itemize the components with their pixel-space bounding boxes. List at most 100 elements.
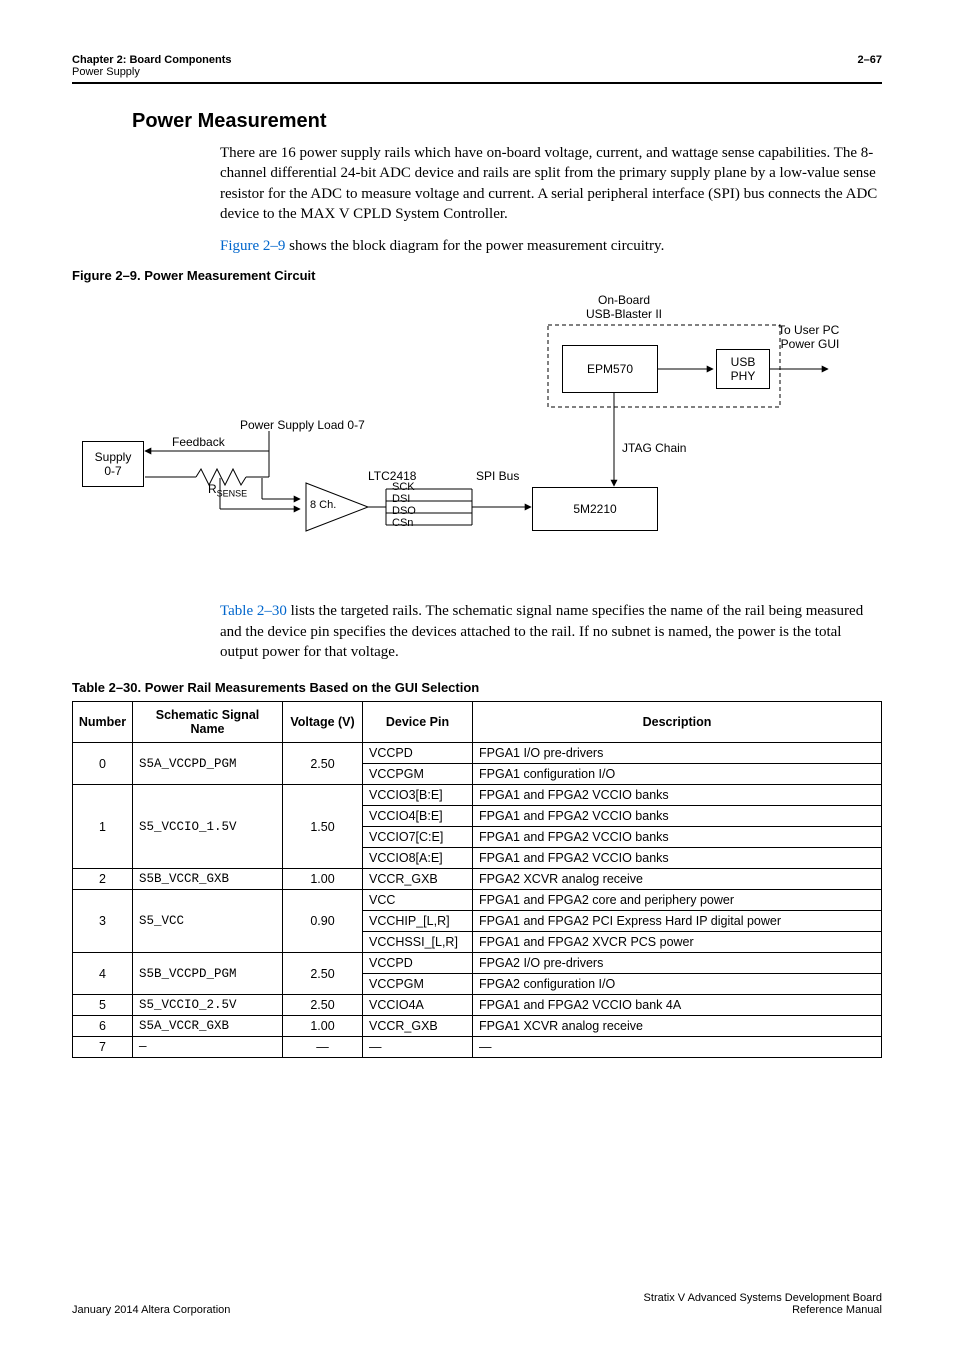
cell-number: 2 xyxy=(73,869,133,890)
cell-voltage: 2.50 xyxy=(283,953,363,995)
figure-caption: Figure 2–9. Power Measurement Circuit xyxy=(72,268,882,283)
rsense-label: RSENSE xyxy=(208,482,247,498)
cell-pin: VCCHSSI_[L,R] xyxy=(363,932,473,953)
cell-desc: FPGA1 and FPGA2 VCCIO banks xyxy=(473,785,882,806)
cell-pin: VCCPD xyxy=(363,953,473,974)
onboard-label: On-Board USB-Blaster II xyxy=(586,293,662,321)
cell-desc: FPGA1 and FPGA2 VCCIO banks xyxy=(473,806,882,827)
cell-voltage: 1.50 xyxy=(283,785,363,869)
dso-label: DSO xyxy=(392,505,416,517)
cell-number: 7 xyxy=(73,1037,133,1058)
table-row: 0S5A_VCCPD_PGM2.50VCCPDFPGA1 I/O pre-dri… xyxy=(73,743,882,764)
col-desc: Description xyxy=(473,702,882,743)
cell-number: 4 xyxy=(73,953,133,995)
cell-pin: VCCHIP_[L,R] xyxy=(363,911,473,932)
footer-right-2: Reference Manual xyxy=(792,1304,882,1316)
cell-desc: FPGA2 configuration I/O xyxy=(473,974,882,995)
table-row: 1S5_VCCIO_1.5V1.50VCCIO3[B:E]FPGA1 and F… xyxy=(73,785,882,806)
cell-voltage: 1.00 xyxy=(283,1016,363,1037)
col-voltage: Voltage (V) xyxy=(283,702,363,743)
page-footer: January 2014 Altera Corporation Stratix … xyxy=(72,1292,882,1316)
cell-desc: FPGA1 and FPGA2 VCCIO banks xyxy=(473,827,882,848)
cell-desc: FPGA2 I/O pre-drivers xyxy=(473,953,882,974)
ch8-label: 8 Ch. xyxy=(310,499,336,511)
cell-voltage: 0.90 xyxy=(283,890,363,953)
intro-paragraph: There are 16 power supply rails which ha… xyxy=(220,143,882,224)
cell-desc: — xyxy=(473,1037,882,1058)
table-row: 2S5B_VCCR_GXB1.00VCCR_GXBFPGA2 XCVR anal… xyxy=(73,869,882,890)
cell-pin: VCCR_GXB xyxy=(363,869,473,890)
footer-right-1: Stratix V Advanced Systems Development B… xyxy=(644,1292,882,1304)
cell-signal: S5_VCC xyxy=(133,890,283,953)
cell-pin: VCCIO3[B:E] xyxy=(363,785,473,806)
cell-voltage: 2.50 xyxy=(283,995,363,1016)
dsi-label: DSI xyxy=(392,493,410,505)
cell-number: 5 xyxy=(73,995,133,1016)
cell-number: 0 xyxy=(73,743,133,785)
cell-signal: S5A_VCCPD_PGM xyxy=(133,743,283,785)
cell-number: 6 xyxy=(73,1016,133,1037)
cell-desc: FPGA1 and FPGA2 PCI Express Hard IP digi… xyxy=(473,911,882,932)
cell-desc: FPGA1 configuration I/O xyxy=(473,764,882,785)
cell-desc: FPGA1 and FPGA2 core and periphery power xyxy=(473,890,882,911)
table-ref-tail: lists the targeted rails. The schematic … xyxy=(220,603,863,660)
jtag-label: JTAG Chain xyxy=(622,441,686,455)
feedback-label: Feedback xyxy=(172,435,225,449)
m2210-box: 5M2210 xyxy=(532,487,658,531)
sck-label: SCK xyxy=(392,481,415,493)
usb-phy-box: USB PHY xyxy=(716,349,770,389)
cell-voltage: 2.50 xyxy=(283,743,363,785)
footer-left: January 2014 Altera Corporation xyxy=(72,1304,230,1316)
cell-desc: FPGA1 and FPGA2 VCCIO bank 4A xyxy=(473,995,882,1016)
cell-number: 1 xyxy=(73,785,133,869)
cell-pin: VCCPGM xyxy=(363,764,473,785)
page-number: 2–67 xyxy=(858,54,882,66)
table-row: 5S5_VCCIO_2.5V2.50VCCIO4AFPGA1 and FPGA2… xyxy=(73,995,882,1016)
section-title: Power Measurement xyxy=(132,110,882,133)
touser-label: To User PC Power GUI xyxy=(778,323,839,351)
cell-signal: S5_VCCIO_1.5V xyxy=(133,785,283,869)
table-row: 7———— xyxy=(73,1037,882,1058)
spi-label: SPI Bus xyxy=(476,469,519,483)
figure-ref-tail: shows the block diagram for the power me… xyxy=(285,238,664,254)
cell-signal: — xyxy=(133,1037,283,1058)
cell-signal: S5_VCCIO_2.5V xyxy=(133,995,283,1016)
cell-desc: FPGA1 and FPGA2 VCCIO banks xyxy=(473,848,882,869)
cell-signal: S5B_VCCR_GXB xyxy=(133,869,283,890)
table-caption: Table 2–30. Power Rail Measurements Base… xyxy=(72,680,882,695)
cell-pin: VCCIO4[B:E] xyxy=(363,806,473,827)
table-ref-paragraph: Table 2–30 lists the targeted rails. The… xyxy=(220,601,882,662)
chapter-label: Chapter 2: Board Components xyxy=(72,54,232,66)
cell-pin: VCCPGM xyxy=(363,974,473,995)
cell-signal: S5A_VCCR_GXB xyxy=(133,1016,283,1037)
col-number: Number xyxy=(73,702,133,743)
cell-pin: VCCIO8[A:E] xyxy=(363,848,473,869)
figure-power-measurement: Supply 0-7 5M2210 EPM570 USB PHY Feedbac… xyxy=(72,291,882,581)
cell-pin: VCCPD xyxy=(363,743,473,764)
figure-ref-paragraph: Figure 2–9 shows the block diagram for t… xyxy=(220,236,882,256)
table-row: 6S5A_VCCR_GXB1.00VCCR_GXBFPGA1 XCVR anal… xyxy=(73,1016,882,1037)
col-pin: Device Pin xyxy=(363,702,473,743)
cell-number: 3 xyxy=(73,890,133,953)
supply-box: Supply 0-7 xyxy=(82,441,144,487)
col-signal: Schematic Signal Name xyxy=(133,702,283,743)
table-ref-link[interactable]: Table 2–30 xyxy=(220,603,287,619)
cell-pin: VCCR_GXB xyxy=(363,1016,473,1037)
cell-desc: FPGA2 XCVR analog receive xyxy=(473,869,882,890)
cell-voltage: 1.00 xyxy=(283,869,363,890)
csn-label: CSn xyxy=(392,517,413,529)
cell-pin: VCCIO4A xyxy=(363,995,473,1016)
power-rail-table: Number Schematic Signal Name Voltage (V)… xyxy=(72,701,882,1058)
table-row: 4S5B_VCCPD_PGM2.50VCCPDFPGA2 I/O pre-dri… xyxy=(73,953,882,974)
cell-desc: FPGA1 I/O pre-drivers xyxy=(473,743,882,764)
cell-signal: S5B_VCCPD_PGM xyxy=(133,953,283,995)
cell-pin: VCCIO7[C:E] xyxy=(363,827,473,848)
cell-desc: FPGA1 XCVR analog receive xyxy=(473,1016,882,1037)
epm570-box: EPM570 xyxy=(562,345,658,393)
figure-ref-link[interactable]: Figure 2–9 xyxy=(220,238,285,254)
cell-desc: FPGA1 and FPGA2 XVCR PCS power xyxy=(473,932,882,953)
cell-voltage: — xyxy=(283,1037,363,1058)
header-rule xyxy=(72,82,882,84)
cell-pin: VCC xyxy=(363,890,473,911)
section-label: Power Supply xyxy=(72,66,882,78)
